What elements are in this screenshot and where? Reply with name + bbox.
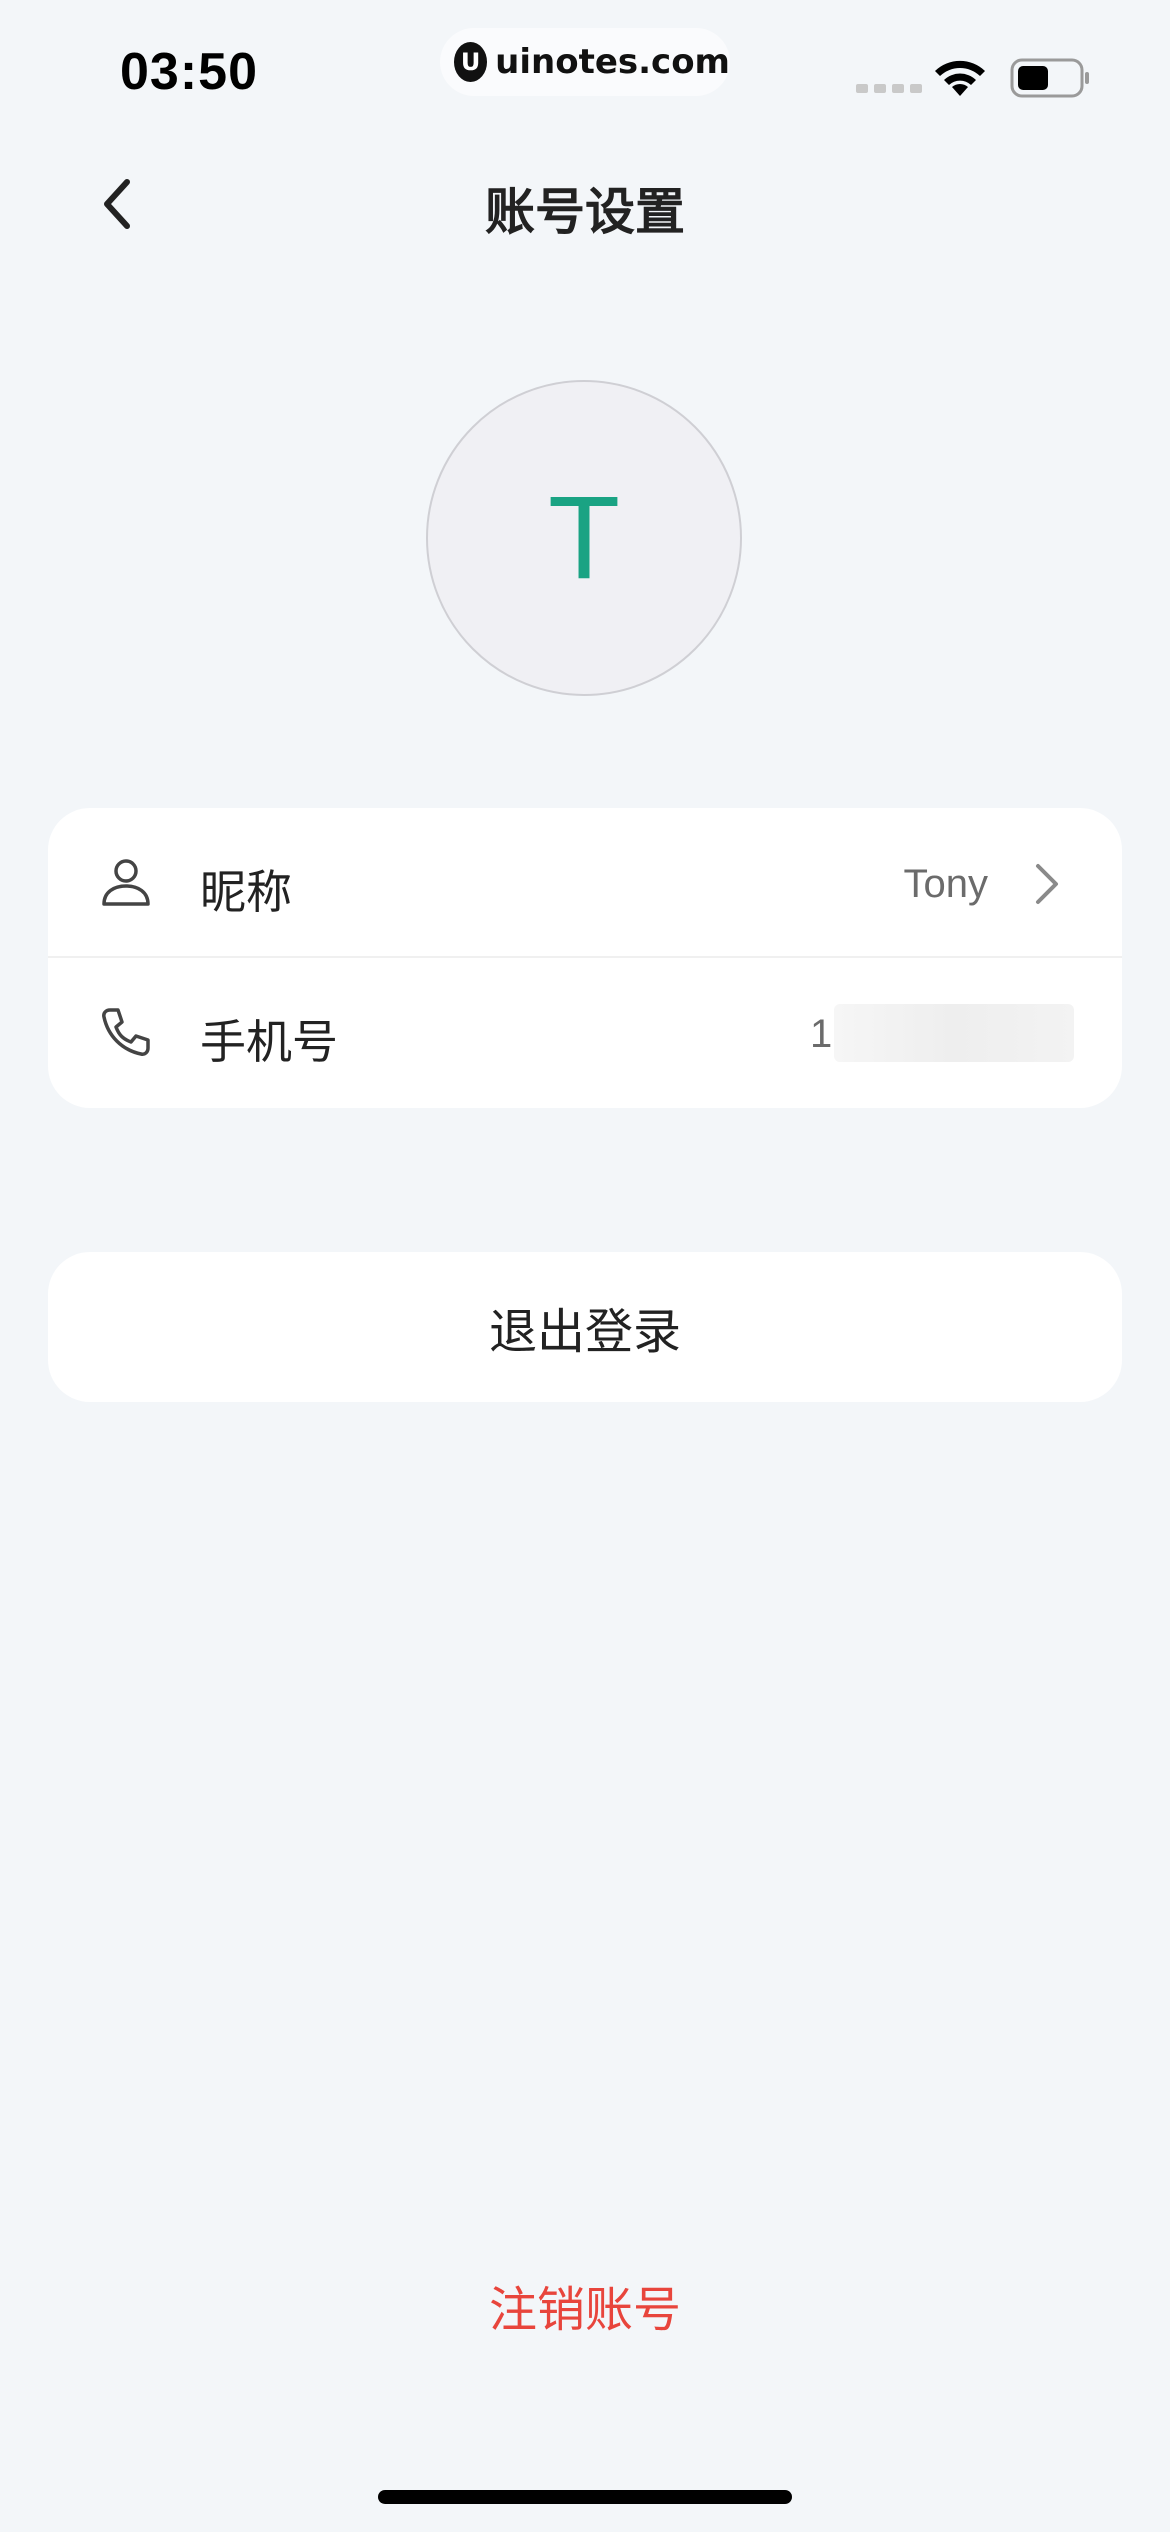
wifi-icon xyxy=(935,60,985,96)
watermark-logo-letter: U xyxy=(460,48,481,76)
account-info-card: 昵称 Tony 手机号 1 xyxy=(48,808,1122,1108)
page-title: 账号设置 xyxy=(485,183,685,241)
battery-icon xyxy=(1010,58,1089,98)
status-bar: 03:50 U uinotes.com xyxy=(0,0,1170,140)
delete-account-button[interactable]: 注销账号 xyxy=(0,2270,1170,2340)
phone-value: 1 xyxy=(810,1012,833,1056)
logout-button[interactable]: 退出登录 xyxy=(48,1252,1122,1402)
phone-icon xyxy=(102,1008,150,1056)
watermark-badge: U uinotes.com xyxy=(440,28,730,96)
nickname-label: 昵称 xyxy=(200,865,292,919)
phone-redacted-block xyxy=(834,1004,1074,1062)
chevron-right-icon xyxy=(1036,864,1058,904)
user-icon xyxy=(102,859,150,906)
watermark-logo-icon: U xyxy=(454,42,488,82)
nickname-value: Tony xyxy=(903,862,989,906)
home-indicator[interactable] xyxy=(378,2490,792,2504)
avatar-initial: T xyxy=(547,472,621,604)
watermark-text: uinotes.com xyxy=(495,42,730,82)
avatar[interactable]: T xyxy=(426,380,742,696)
phone-row: 手机号 1 xyxy=(48,958,1122,1108)
navigation-bar: 账号设置 xyxy=(0,150,1170,260)
status-time: 03:50 xyxy=(120,43,258,101)
cellular-signal-icon xyxy=(856,84,922,93)
nickname-row[interactable]: 昵称 Tony xyxy=(48,808,1122,958)
phone-label: 手机号 xyxy=(200,1015,338,1069)
